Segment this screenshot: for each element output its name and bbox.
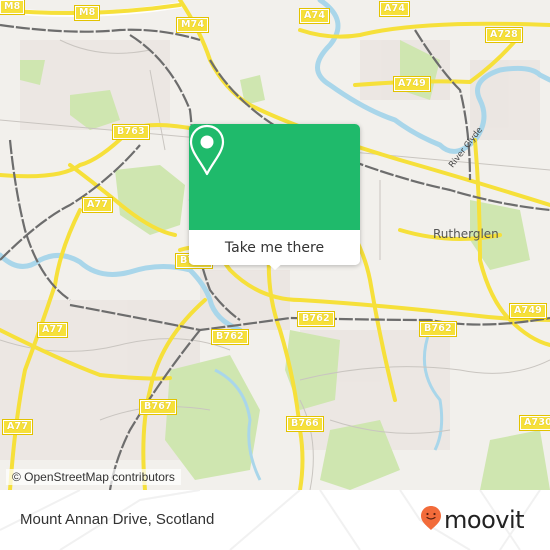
road-label: A749 — [393, 76, 431, 92]
road-label: A728 — [485, 27, 523, 43]
popup-header — [189, 124, 360, 230]
road-label: B767 — [139, 399, 177, 415]
footer-bar: Mount Annan Drive, Scotland moovit — [0, 490, 550, 550]
moovit-smile-pin-icon — [420, 505, 442, 535]
road-label: M8 — [0, 0, 26, 15]
moovit-logo: moovit — [420, 505, 525, 535]
road-label: B762 — [297, 311, 335, 327]
road-label: B762 — [419, 321, 457, 337]
road-label: B763 — [112, 124, 150, 140]
road-label: A730 — [519, 415, 550, 431]
road-label: M74 — [175, 17, 210, 33]
place-label-rutherglen: Rutherglen — [433, 227, 499, 241]
road-label: B766 — [286, 416, 324, 432]
location-popup: Take me there — [189, 124, 360, 270]
road-label: A749 — [509, 303, 547, 319]
road-label: B762 — [211, 329, 249, 345]
road-label: A74 — [298, 8, 331, 24]
map-view[interactable]: M8 M8 M74 A74 A74 A728 A749 B763 A77 B76… — [0, 0, 550, 490]
road-label: M8 — [73, 5, 101, 21]
road-label: A77 — [81, 197, 114, 213]
road-label: A77 — [36, 322, 69, 338]
popup-pointer — [266, 262, 284, 270]
road-label: A77 — [1, 419, 34, 435]
address-text: Mount Annan Drive, Scotland — [20, 511, 215, 528]
take-me-there-button[interactable]: Take me there — [189, 230, 360, 265]
road-label: A74 — [378, 1, 411, 17]
map-attribution[interactable]: © OpenStreetMap contributors — [6, 469, 181, 485]
moovit-wordmark: moovit — [444, 506, 525, 534]
